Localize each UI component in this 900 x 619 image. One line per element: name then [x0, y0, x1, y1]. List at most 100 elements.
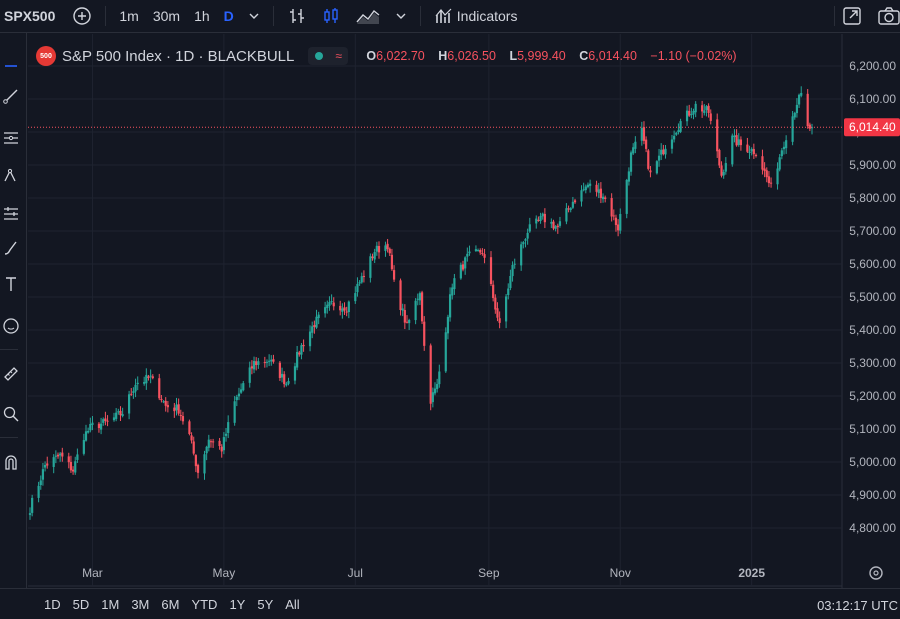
candle-body	[634, 141, 637, 149]
pattern-tool-icon[interactable]	[2, 167, 20, 185]
candle-body	[662, 149, 665, 155]
range-1m-button[interactable]: 1M	[95, 597, 125, 612]
candle-body	[627, 171, 630, 182]
brush-icon[interactable]	[2, 239, 20, 257]
fullscreen-icon[interactable]	[834, 5, 870, 27]
interval-daily-button[interactable]: D	[217, 8, 241, 24]
candle-body	[808, 124, 811, 129]
range-5y-button[interactable]: 5Y	[251, 597, 279, 612]
market-status-pill[interactable]: ≈	[308, 47, 349, 65]
range-3m-button[interactable]: 3M	[125, 597, 155, 612]
candle-body	[797, 94, 801, 105]
candle-body	[347, 301, 350, 313]
text-tool-icon[interactable]	[2, 275, 20, 293]
interval-30m-button[interactable]: 30m	[146, 8, 187, 24]
candle-body	[433, 388, 437, 394]
price-chart[interactable]: 4,800.00 4,900.00 5,000.00 5,100.00 5,200.00…	[0, 0, 900, 618]
candle-body	[132, 391, 135, 393]
index-logo: 500	[36, 46, 56, 66]
candle-body	[252, 360, 256, 370]
candle-body	[343, 307, 346, 311]
price-tick-label: 5,300.00	[849, 356, 896, 370]
candle-body	[629, 152, 633, 172]
ruler-icon[interactable]	[2, 365, 20, 383]
interval-1m-button[interactable]: 1m	[112, 8, 145, 24]
camera-icon[interactable]	[870, 5, 900, 27]
emoji-icon[interactable]	[2, 317, 20, 335]
candle-body	[580, 190, 583, 202]
candle-body	[270, 359, 273, 362]
candle-body	[464, 257, 467, 269]
candle-body	[722, 171, 725, 176]
chart-type-chevron-down-icon[interactable]	[388, 10, 414, 22]
symbol-title[interactable]: S&P 500 Index · 1D · BLACKBULL	[62, 48, 294, 65]
candle-body	[190, 435, 193, 441]
high-value: 6,026.50	[447, 49, 496, 63]
candle-body	[134, 384, 137, 392]
candle-body	[776, 168, 779, 185]
time-tick-label: Nov	[610, 566, 631, 580]
interval-chevron-down-icon[interactable]	[241, 10, 267, 22]
market-open-dot-icon	[314, 52, 323, 60]
indicators-button[interactable]: Indicators	[457, 8, 525, 24]
candle-body	[573, 200, 577, 203]
candle-body	[117, 411, 120, 413]
time-tick-label: Jul	[348, 566, 363, 580]
range-all-button[interactable]: All	[279, 597, 305, 612]
symbol-search[interactable]: SPX500	[0, 8, 65, 24]
candle-body	[212, 441, 215, 443]
candle-body	[69, 461, 73, 471]
candle-body	[679, 121, 682, 132]
candle-body	[162, 401, 165, 403]
candle-body	[418, 293, 422, 301]
candle-body	[328, 302, 331, 306]
candle-body	[145, 374, 148, 384]
area-style-icon[interactable]	[348, 6, 388, 26]
candle-body	[720, 165, 723, 176]
range-5d-button[interactable]: 5D	[67, 597, 96, 612]
trend-line-icon[interactable]	[2, 87, 20, 105]
candle-body	[453, 278, 456, 290]
candle-body	[302, 344, 305, 347]
range-ytd-button[interactable]: YTD	[185, 597, 223, 612]
candle-body	[429, 345, 432, 404]
candle-body	[362, 275, 366, 277]
interval-1h-button[interactable]: 1h	[187, 8, 217, 24]
range-1d-button[interactable]: 1D	[38, 597, 67, 612]
candle-body	[119, 410, 122, 416]
candle-body	[287, 381, 290, 384]
candle-body	[265, 361, 269, 363]
range-6m-button[interactable]: 6M	[155, 597, 185, 612]
candle-body	[673, 135, 676, 140]
compare-add-icon[interactable]	[65, 6, 99, 26]
candle-body	[688, 110, 691, 116]
candle-body	[765, 170, 768, 178]
candles-style-icon[interactable]	[314, 6, 348, 26]
candle-body	[257, 361, 260, 365]
candle-body	[782, 146, 786, 150]
time-axis[interactable]: Mar May Jul Sep Nov 2025	[82, 566, 883, 580]
cursor-crosshair-icon[interactable]	[2, 57, 20, 75]
candle-body	[224, 433, 228, 436]
candle-body	[496, 308, 499, 318]
range-1y-button[interactable]: 1Y	[223, 597, 251, 612]
bar-style-icon[interactable]	[280, 6, 314, 26]
indicators-icon[interactable]	[427, 6, 457, 26]
candle-body	[61, 452, 64, 457]
candle-body	[177, 404, 180, 414]
utc-clock[interactable]: 03:12:17 UTC	[817, 598, 898, 613]
candle-body	[280, 373, 284, 378]
forecast-tool-icon[interactable]	[2, 205, 20, 223]
candle-body	[535, 218, 538, 224]
candle-body	[414, 300, 417, 321]
candle-body	[528, 224, 531, 232]
zoom-in-icon[interactable]	[2, 405, 20, 423]
fib-retracement-icon[interactable]	[2, 129, 20, 147]
candle-body	[733, 135, 736, 138]
magnet-icon[interactable]	[2, 453, 20, 471]
price-tick-label: 6,100.00	[849, 92, 896, 106]
candle-body	[207, 439, 210, 448]
candle-body	[283, 374, 286, 385]
axis-settings-gear-icon[interactable]	[869, 566, 883, 580]
candle-body	[625, 180, 628, 214]
